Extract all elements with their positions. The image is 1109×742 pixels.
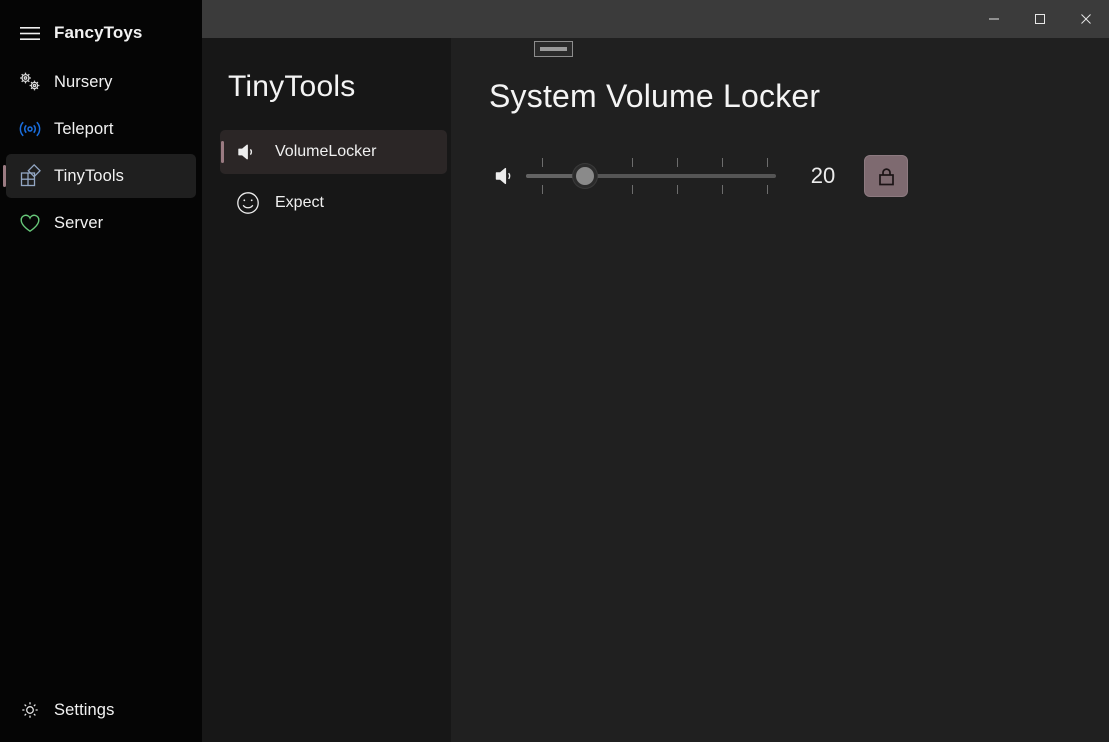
sidebar-header[interactable]: FancyToys [6, 9, 196, 57]
gear-icon [6, 698, 54, 722]
sidebar-footer-group: Settings [0, 685, 202, 735]
drag-handle-bar [540, 47, 567, 51]
tinytools-panel: TinyTools VolumeLocker [202, 38, 451, 742]
speaker-icon [489, 165, 523, 187]
apps-grid-icon [6, 164, 54, 188]
gears-icon [6, 70, 54, 94]
volume-value: 20 [800, 163, 846, 189]
sidebar-item-teleport[interactable]: Teleport [6, 107, 196, 151]
panel-item-volumelocker[interactable]: VolumeLocker [220, 130, 447, 174]
lock-icon [877, 166, 896, 187]
slider-tick [767, 158, 768, 167]
volume-slider[interactable] [526, 153, 776, 199]
sidebar-item-label: Teleport [54, 120, 114, 139]
sidebar-item-label: TinyTools [54, 167, 124, 186]
sidebar-item-label: Settings [54, 701, 114, 720]
main-content: System Volume Locker [451, 38, 1109, 742]
slider-tick [677, 158, 678, 167]
page-title: System Volume Locker [489, 78, 820, 115]
slider-tick [677, 185, 678, 194]
smiley-icon [220, 190, 275, 216]
sidebar-item-nursery[interactable]: Nursery [6, 60, 196, 104]
slider-thumb[interactable] [573, 164, 597, 188]
minimize-icon [988, 13, 1000, 25]
app-window: FancyToys Nursery [0, 0, 1109, 742]
slider-tick [632, 158, 633, 167]
slider-ticks [526, 153, 776, 199]
panel-item-list: VolumeLocker Expect [220, 130, 447, 232]
maximize-button[interactable] [1017, 0, 1063, 38]
sidebar-item-server[interactable]: Server [6, 201, 196, 245]
hamburger-icon[interactable] [6, 26, 54, 41]
sidebar-item-label: Nursery [54, 73, 112, 92]
slider-tick [722, 158, 723, 167]
panel-item-label: Expect [275, 194, 324, 212]
slider-tick [542, 158, 543, 167]
slider-tick [632, 185, 633, 194]
sidebar-navigation: FancyToys Nursery [0, 0, 202, 742]
app-title: FancyToys [54, 23, 142, 43]
panel-item-label: VolumeLocker [275, 143, 376, 161]
maximize-icon [1034, 13, 1046, 25]
sidebar-item-settings[interactable]: Settings [6, 688, 196, 732]
speaker-icon [220, 142, 275, 162]
slider-tick [542, 185, 543, 194]
sidebar-top-group: FancyToys Nursery [0, 0, 202, 248]
lock-volume-button[interactable] [864, 155, 908, 197]
minimize-button[interactable] [971, 0, 1017, 38]
panel-title: TinyTools [228, 70, 355, 104]
slider-tick [767, 185, 768, 194]
drag-handle-icon[interactable] [534, 41, 573, 57]
sidebar-item-label: Server [54, 214, 103, 233]
panel-item-expect[interactable]: Expect [220, 181, 447, 225]
sidebar-item-tinytools[interactable]: TinyTools [6, 154, 196, 198]
heart-icon [6, 212, 54, 234]
close-icon [1080, 13, 1092, 25]
close-button[interactable] [1063, 0, 1109, 38]
title-bar [202, 0, 1109, 38]
broadcast-icon [6, 116, 54, 142]
slider-tick [722, 185, 723, 194]
volume-control-row: 20 [489, 148, 908, 204]
